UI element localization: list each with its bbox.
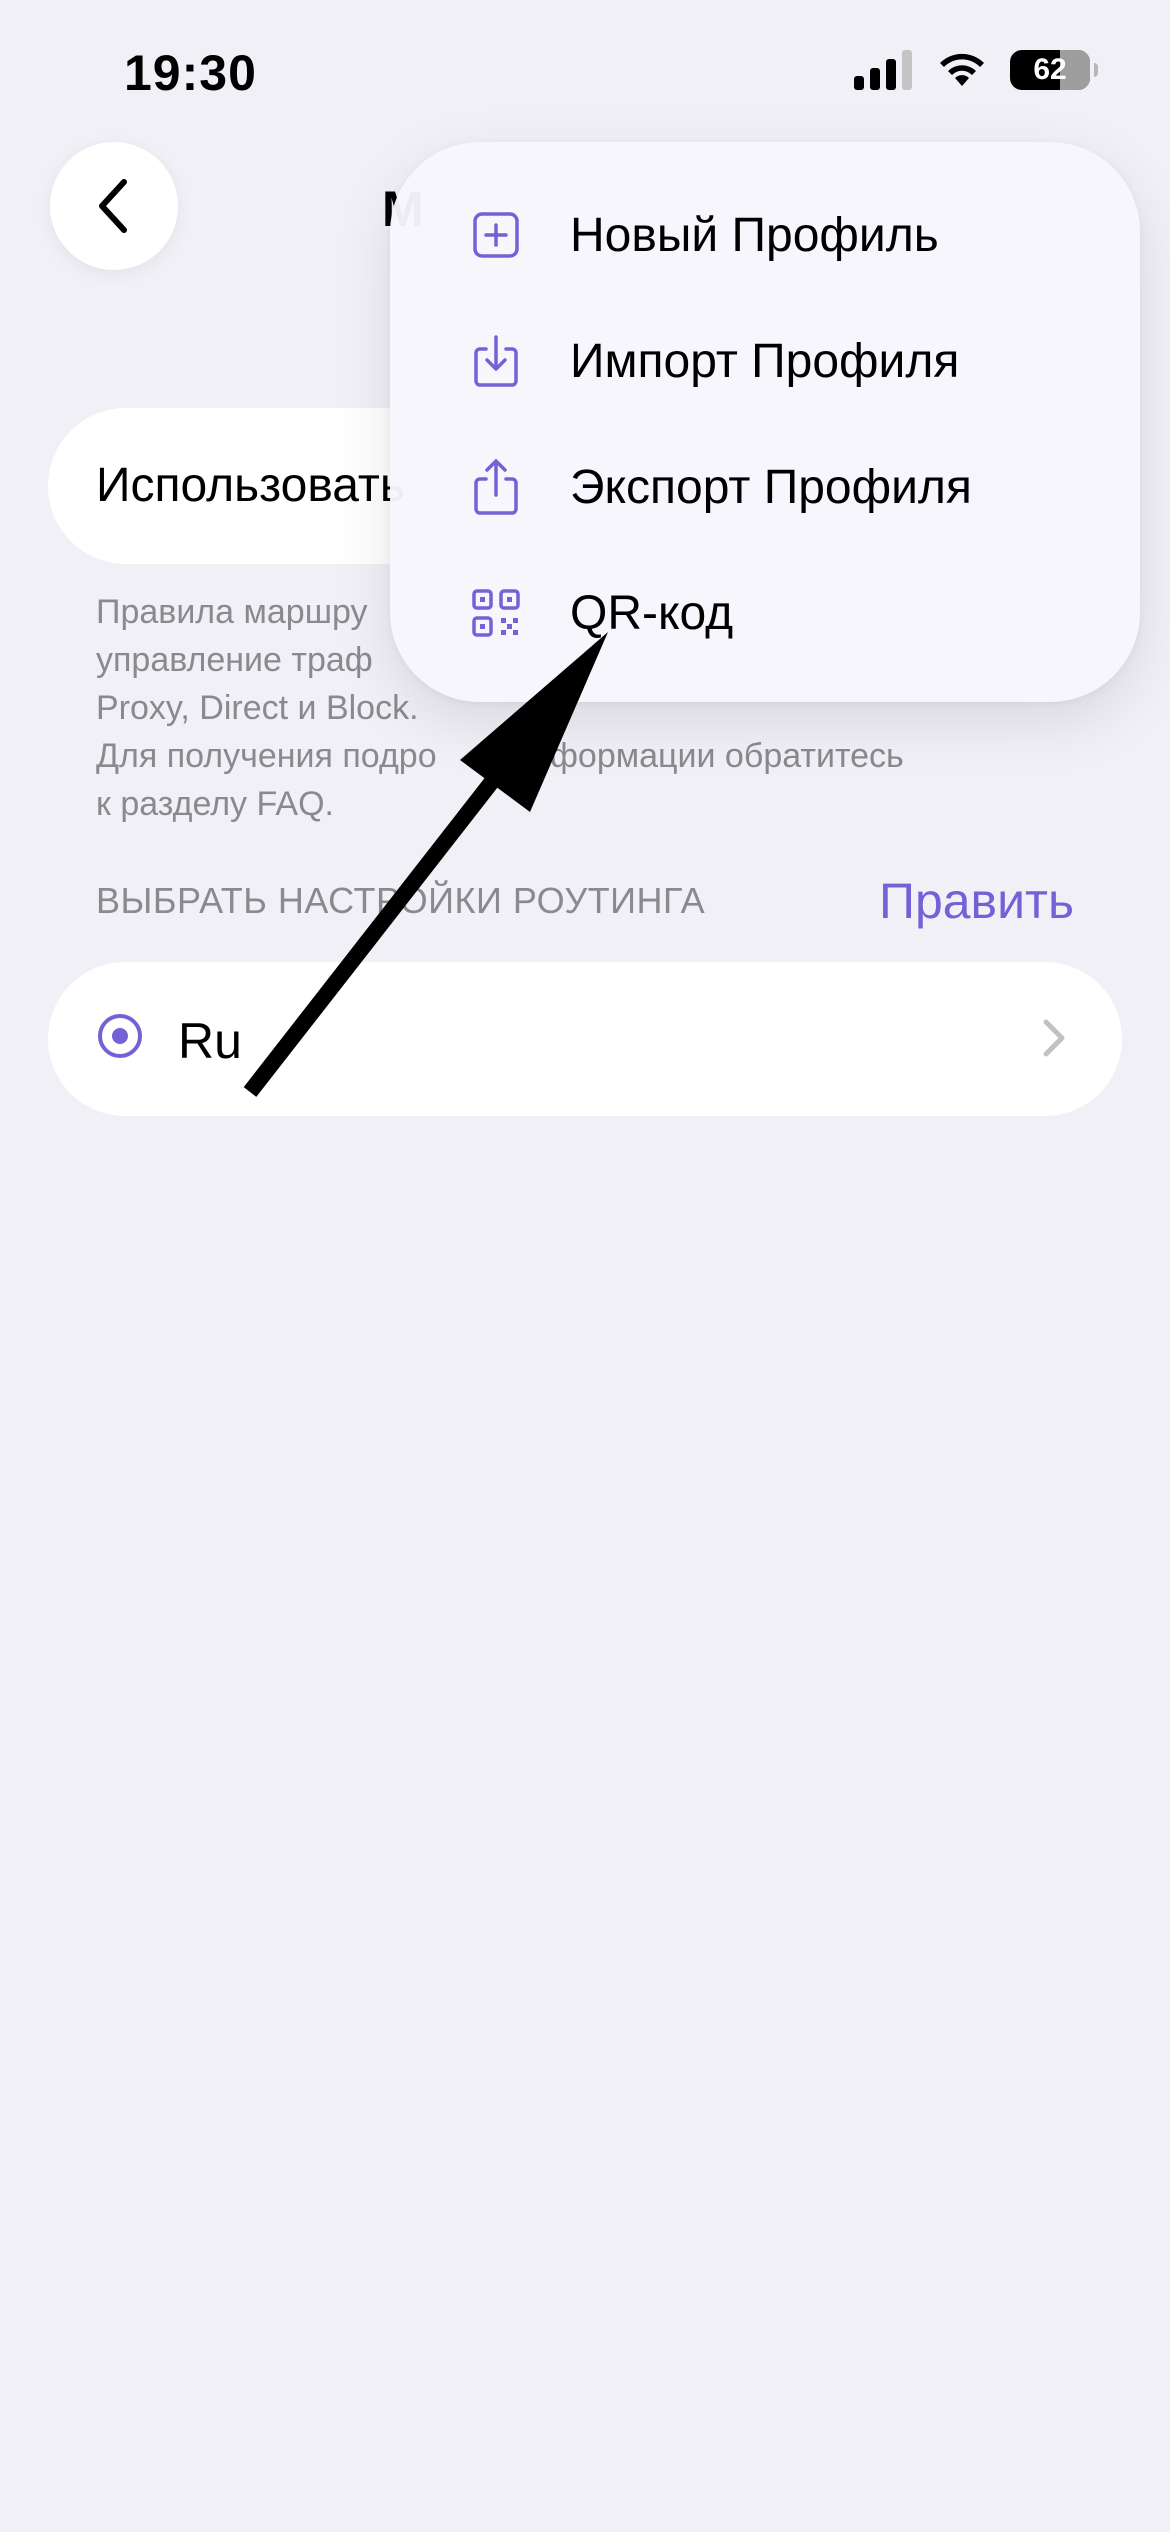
menu-item-label: QR-код <box>570 586 734 640</box>
import-icon <box>470 335 522 387</box>
chevron-right-icon <box>1043 1019 1065 1057</box>
routing-section-header: ВЫБРАТЬ НАСТРОЙКИ РОУТИНГА <box>96 880 706 921</box>
toggle-label: Использовать <box>96 459 405 512</box>
share-icon <box>470 459 522 515</box>
plus-square-icon <box>470 209 522 261</box>
status-time: 19:30 <box>124 45 257 101</box>
radio-selected-icon <box>98 1014 142 1058</box>
menu-item-qr-code[interactable]: QR-код <box>390 550 1140 676</box>
wifi-icon <box>940 53 984 86</box>
menu-item-export-profile[interactable]: Экспорт Профиля <box>390 424 1140 550</box>
menu-item-label: Новый Профиль <box>570 208 939 262</box>
profile-name: Ru <box>178 1013 242 1069</box>
signal-icon <box>854 50 912 90</box>
profile-menu: Новый Профиль Импорт Профиля Экспорт Про… <box>390 142 1140 702</box>
menu-item-label: Импорт Профиля <box>570 334 960 388</box>
qr-code-icon <box>470 587 522 639</box>
battery-icon: 62 <box>1010 50 1098 90</box>
menu-item-import-profile[interactable]: Импорт Профиля <box>390 298 1140 424</box>
status-icons: 62 <box>854 50 1098 90</box>
back-button[interactable] <box>50 142 178 270</box>
edit-button[interactable]: Править <box>879 872 1074 930</box>
routing-profile-row[interactable]: Ru <box>48 962 1122 1116</box>
menu-item-new-profile[interactable]: Новый Профиль <box>390 172 1140 298</box>
menu-item-label: Экспорт Профиля <box>570 460 972 514</box>
chevron-left-icon <box>99 179 127 233</box>
